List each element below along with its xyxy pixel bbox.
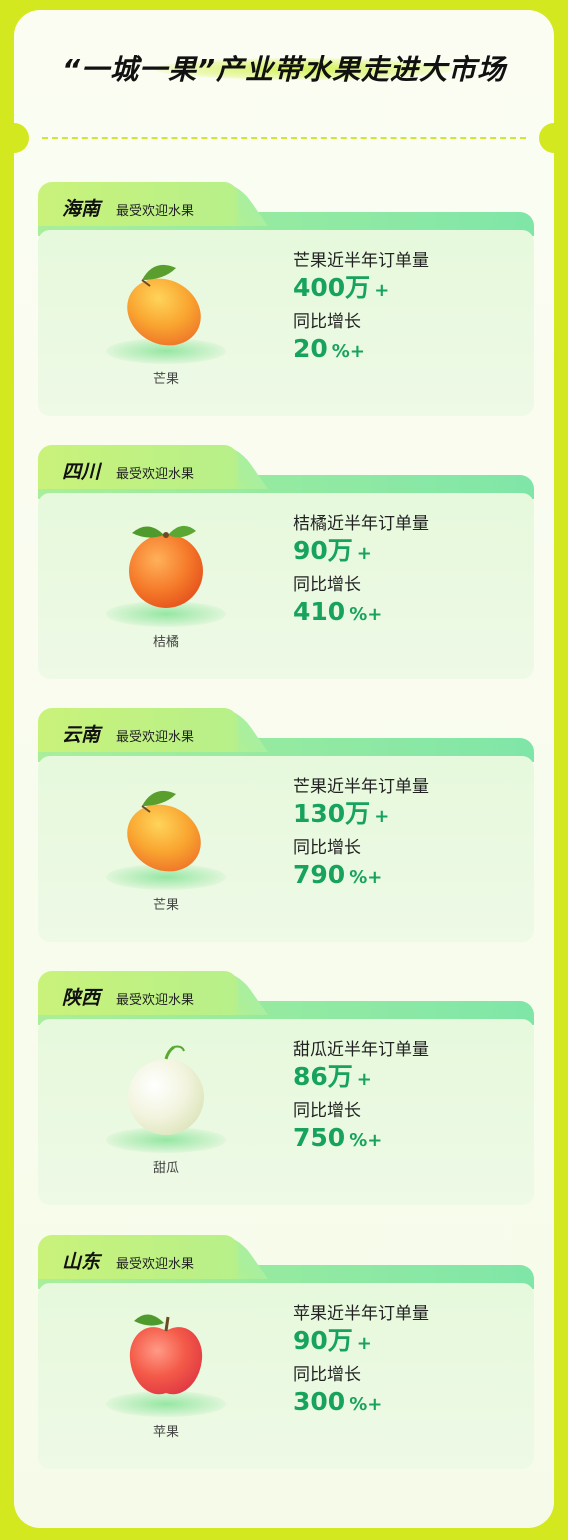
orders-suffix: + <box>374 806 390 827</box>
orders-suffix: + <box>356 1069 372 1090</box>
stats: 桔橘近半年订单量 90万 + 同比增长 410 %+ <box>293 513 523 635</box>
page-title: “一城一果”产业带水果走进大市场 <box>61 53 507 86</box>
region-name: 四川 <box>62 461 101 483</box>
orders-value: 86万 <box>293 1062 353 1091</box>
fruit-name: 芒果 <box>152 898 179 913</box>
growth-label: 同比增长 <box>293 1365 361 1385</box>
fruit-figure: 芒果 <box>96 250 236 400</box>
growth-value: 300 <box>293 1387 346 1416</box>
growth-label: 同比增长 <box>293 1101 361 1121</box>
orders-suffix: + <box>356 1333 372 1354</box>
growth-value: 20 <box>293 334 328 363</box>
region-subtitle: 最受欢迎水果 <box>116 204 195 219</box>
region-name: 山东 <box>62 1251 101 1273</box>
region-panel: 芒果 芒果近半年订单量 130万 + 同比增长 790 %+ <box>38 756 534 942</box>
infographic-card: “一城一果”产业带水果走进大市场 海南 最受欢迎水果 芒果 芒果近半年订单量 4… <box>14 10 554 1528</box>
growth-value: 410 <box>293 597 346 626</box>
orders-suffix: + <box>374 280 390 301</box>
fruit-figure: 甜瓜 <box>96 1039 236 1189</box>
fruit-name: 苹果 <box>152 1425 179 1440</box>
orders-value: 400万 <box>293 273 371 302</box>
growth-label: 同比增长 <box>293 575 361 595</box>
growth-suffix: %+ <box>349 867 383 888</box>
growth-value-row: 750 %+ <box>293 1122 523 1157</box>
mango-icon <box>127 790 201 872</box>
region-panel: 甜瓜 甜瓜近半年订单量 86万 + 同比增长 750 %+ <box>38 1019 534 1205</box>
orders-label: 芒果近半年订单量 <box>293 251 429 271</box>
growth-value-row: 300 %+ <box>293 1386 523 1421</box>
orders-value: 90万 <box>293 536 353 565</box>
fruit-figure: 桔橘 <box>96 513 236 663</box>
orders-label: 芒果近半年订单量 <box>293 777 429 797</box>
growth-value-row: 20 %+ <box>293 333 523 368</box>
region-section-hainan: 海南 最受欢迎水果 芒果 芒果近半年订单量 400万 + 同比增长 20 %+ <box>38 182 534 418</box>
stats: 芒果近半年订单量 400万 + 同比增长 20 %+ <box>293 250 523 372</box>
orders-value: 90万 <box>293 1326 353 1355</box>
region-panel: 芒果 芒果近半年订单量 400万 + 同比增长 20 %+ <box>38 230 534 416</box>
region-section-shaanxi: 陕西 最受欢迎水果 甜瓜 甜瓜近半年订单量 86万 + 同比增长 750 %+ <box>38 971 534 1207</box>
growth-value: 790 <box>293 860 346 889</box>
region-panel: 桔橘 桔橘近半年订单量 90万 + 同比增长 410 %+ <box>38 493 534 679</box>
region-subtitle: 最受欢迎水果 <box>116 993 195 1008</box>
growth-suffix: %+ <box>349 1130 383 1151</box>
mango-icon <box>127 264 201 346</box>
region-subtitle: 最受欢迎水果 <box>116 1257 195 1272</box>
tangerine-icon <box>129 525 203 608</box>
stats: 苹果近半年订单量 90万 + 同比增长 300 %+ <box>293 1303 523 1425</box>
ticket-notch-left <box>14 123 29 153</box>
ticket-notch-right <box>539 123 554 153</box>
orders-value-row: 86万 + <box>293 1061 523 1096</box>
region-section-sichuan: 四川 最受欢迎水果 桔橘 桔橘近半年订单量 90万 + 同比增长 410 %+ <box>38 445 534 681</box>
stats: 芒果近半年订单量 130万 + 同比增长 790 %+ <box>293 776 523 898</box>
orders-suffix: + <box>356 543 372 564</box>
growth-value: 750 <box>293 1123 346 1152</box>
orders-value: 130万 <box>293 799 371 828</box>
fruit-name: 桔橘 <box>152 635 179 650</box>
region-name: 云南 <box>62 724 101 746</box>
growth-label: 同比增长 <box>293 312 361 332</box>
region-name: 陕西 <box>62 987 101 1009</box>
region-section-shandong: 山东 最受欢迎水果 苹果 苹果近半年订单量 90万 + 同比增长 300 %+ <box>38 1235 534 1471</box>
orders-value-row: 130万 + <box>293 798 523 833</box>
stats: 甜瓜近半年订单量 86万 + 同比增长 750 %+ <box>293 1039 523 1161</box>
orders-label: 桔橘近半年订单量 <box>293 514 429 534</box>
growth-value-row: 410 %+ <box>293 596 523 631</box>
growth-suffix: %+ <box>349 1394 383 1415</box>
orders-value-row: 90万 + <box>293 535 523 570</box>
fruit-name: 芒果 <box>152 372 179 387</box>
region-name: 海南 <box>62 198 101 220</box>
apple-icon <box>129 1314 203 1395</box>
region-panel: 苹果 苹果近半年订单量 90万 + 同比增长 300 %+ <box>38 1283 534 1469</box>
orders-label: 苹果近半年订单量 <box>293 1304 429 1324</box>
melon-icon <box>128 1045 204 1135</box>
growth-suffix: %+ <box>349 604 383 625</box>
growth-label: 同比增长 <box>293 838 361 858</box>
orders-value-row: 400万 + <box>293 272 523 307</box>
region-subtitle: 最受欢迎水果 <box>116 467 195 482</box>
fruit-figure: 芒果 <box>96 776 236 926</box>
orders-label: 甜瓜近半年订单量 <box>293 1040 429 1060</box>
region-subtitle: 最受欢迎水果 <box>116 730 195 745</box>
orders-value-row: 90万 + <box>293 1325 523 1360</box>
header: “一城一果”产业带水果走进大市场 <box>14 48 554 88</box>
dashed-divider <box>42 137 526 139</box>
region-section-yunnan: 云南 最受欢迎水果 芒果 芒果近半年订单量 130万 + 同比增长 790 %+ <box>38 708 534 944</box>
growth-suffix: %+ <box>331 341 365 362</box>
fruit-name: 甜瓜 <box>152 1161 179 1176</box>
fruit-figure: 苹果 <box>96 1303 236 1453</box>
growth-value-row: 790 %+ <box>293 859 523 894</box>
